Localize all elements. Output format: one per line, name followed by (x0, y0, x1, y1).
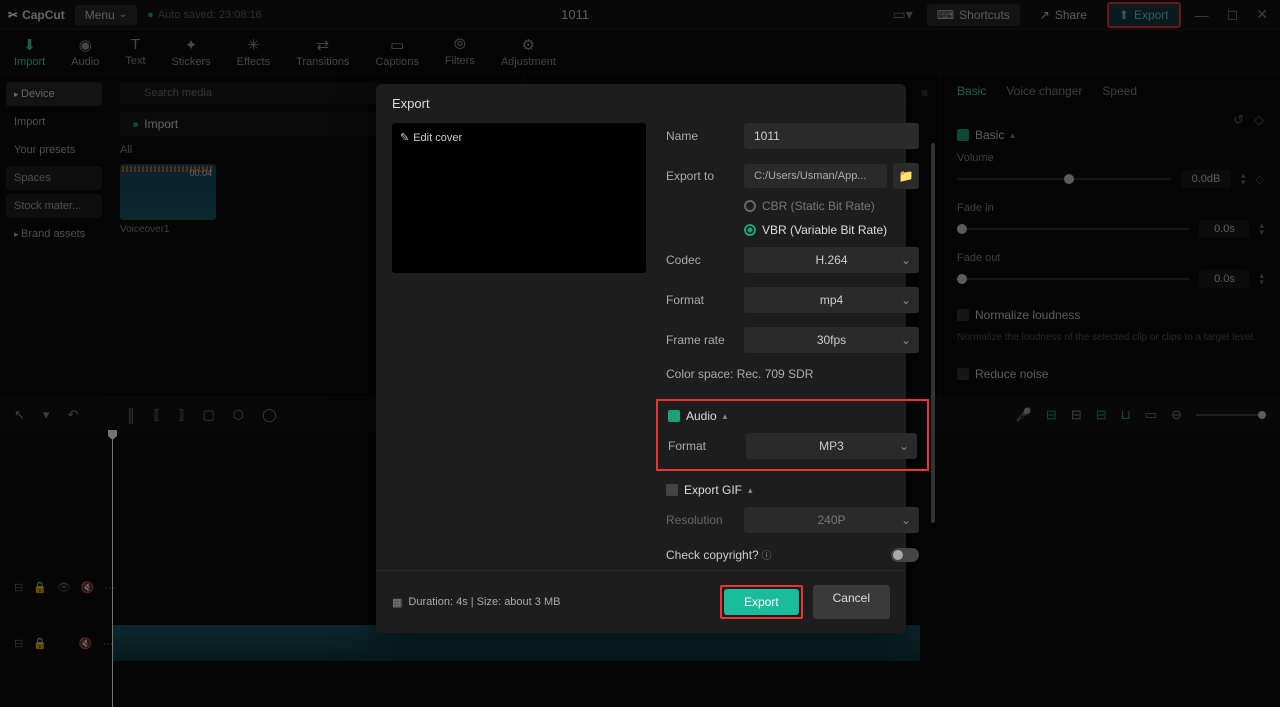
audio-caret-icon[interactable]: ▴ (723, 411, 728, 422)
format-label: Format (666, 293, 734, 307)
colorspace-label: Color space: Rec. 709 SDR (666, 367, 919, 381)
export-modal: Export Edit cover Name Export to C:/User… (376, 84, 906, 633)
browse-folder-icon[interactable]: 📁 (893, 163, 919, 189)
format-select[interactable]: mp4 (744, 287, 919, 313)
modal-scrollbar[interactable] (931, 143, 935, 523)
vbr-label: VBR (Variable Bit Rate) (762, 223, 887, 237)
exportto-path: C:/Users/Usman/App... (744, 164, 887, 188)
cover-preview[interactable]: Edit cover (392, 123, 646, 273)
gif-res-select[interactable]: 240P (744, 507, 919, 533)
gif-caret-icon[interactable]: ▴ (748, 485, 753, 496)
vbr-radio[interactable] (744, 224, 756, 236)
cancel-button[interactable]: Cancel (813, 585, 890, 619)
audio-label: Audio (686, 409, 717, 423)
copyright-toggle[interactable] (891, 548, 919, 562)
audio-format-select[interactable]: MP3 (746, 433, 917, 459)
cbr-radio[interactable] (744, 200, 756, 212)
cbr-label: CBR (Static Bit Rate) (762, 199, 875, 213)
audio-format-label: Format (668, 439, 736, 453)
framerate-label: Frame rate (666, 333, 734, 347)
gif-checkbox[interactable] (666, 484, 678, 496)
codec-label: Codec (666, 253, 734, 267)
copyright-label: Check copyright? (666, 548, 759, 562)
name-input[interactable] (744, 123, 919, 149)
gif-res-label: Resolution (666, 513, 734, 527)
name-label: Name (666, 129, 734, 143)
export-confirm-button[interactable]: Export (724, 589, 799, 615)
gif-label: Export GIF (684, 483, 742, 497)
modal-title: Export (376, 84, 906, 123)
exportto-label: Export to (666, 169, 734, 183)
export-info: Duration: 4s | Size: about 3 MB (392, 596, 560, 609)
copyright-help-icon[interactable]: ⓘ (759, 551, 772, 562)
codec-select[interactable]: H.264 (744, 247, 919, 273)
edit-cover-button[interactable]: Edit cover (400, 131, 462, 144)
framerate-select[interactable]: 30fps (744, 327, 919, 353)
audio-checkbox[interactable] (668, 410, 680, 422)
